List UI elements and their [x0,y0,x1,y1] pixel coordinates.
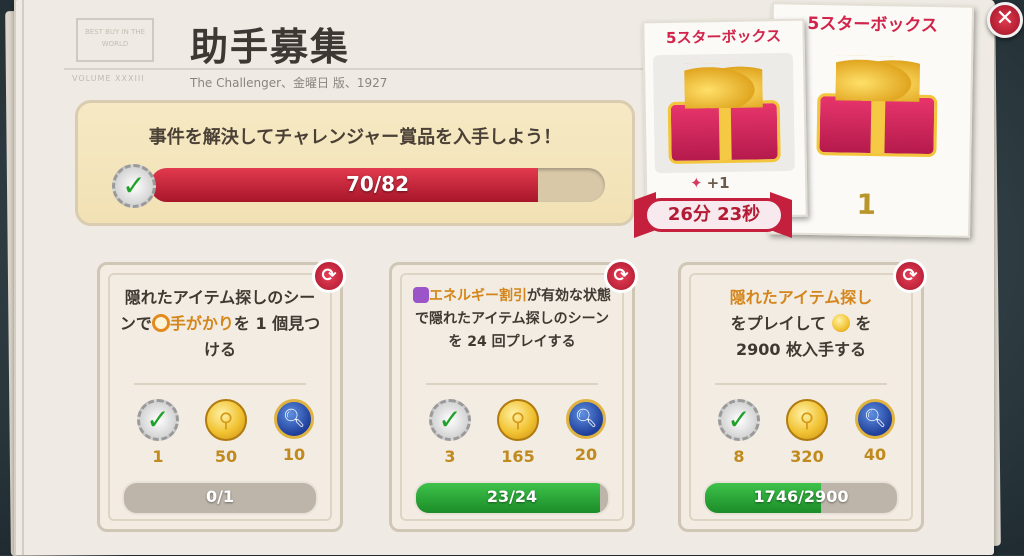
masthead-sub: VOLUME XXXIII [72,74,145,83]
reward-count: 1 [856,187,877,222]
reward-timer: 26分 23秒 [644,198,784,232]
reward-medals: 🔍︎ 20 [556,399,616,464]
close-button[interactable]: ✕ [987,2,1023,38]
reward-medals-value: 40 [863,445,887,464]
reward-xp: ✓ 1 [128,399,188,466]
task-progress-bar: 1746/2900 [703,481,899,515]
reward-xp-value: 8 [733,447,745,466]
checkmark-badge-icon: ✓ [112,164,156,208]
close-icon: ✕ [995,6,1015,31]
checkmark-badge-icon: ✓ [429,399,471,441]
refresh-icon: ⟳ [902,265,918,286]
reward-xp-value: 3 [444,447,456,466]
page-title: 助手募集 [190,25,351,69]
star-icon: ✦ [690,174,703,192]
magnifier-icon [151,314,170,332]
magnifier-medal-icon: 🔍︎ [274,399,314,439]
task-progress-text: 1746/2900 [753,487,849,506]
reward-medals-value: 20 [574,445,598,464]
main-progress-bar: 70/82 [150,168,605,202]
task-rewards: ✓ 3 ⚲ 165 🔍︎ 20 [392,399,632,479]
gift-box-icon [652,52,795,174]
checkmark-badge-icon: ✓ [137,399,179,441]
task-rewards: ✓ 8 ⚲ 320 🔍︎ 40 [681,399,921,479]
reward-medals: 🔍︎ 40 [845,399,905,464]
gold-coin-icon [831,314,850,332]
magnifier-medal-icon: 🔍︎ [855,399,895,439]
header-rule [64,68,644,70]
gift-box-icon [801,45,953,168]
task-card-3: ⟳ 隠れたアイテム探し をプレイして を 2900 枚入手する ✓ 8 ⚲ 32… [678,259,927,532]
reward-coins: ⚲ 50 [196,399,256,466]
energy-discount-icon [413,287,429,303]
reward-xp: ✓ 3 [420,399,480,466]
task-card-2: ⟳ エネルギー割引が有効な状態で隠れたアイテム探しのシーンを 24 回プレイする… [389,259,638,532]
task-divider [715,383,887,385]
gold-coin-icon: ⚲ [497,399,539,441]
page-subtitle: The Challenger、金曜日 版、1927 [190,76,388,90]
task-rewards: ✓ 1 ⚲ 50 🔍︎ 10 [100,399,340,479]
magnifier-medal-icon: 🔍︎ [566,399,606,439]
refresh-icon: ⟳ [321,265,337,286]
challenge-banner: 事件を解決してチャレンジャー賞品を入手しよう！ [75,100,635,226]
reward-coins: ⚲ 320 [777,399,837,466]
masthead-stamp: BEST BUY IN THE WORLD [76,18,154,62]
task-divider [426,383,598,385]
task-progress-bar: 0/1 [122,481,318,515]
gold-coin-icon: ⚲ [205,399,247,441]
task-description: 隠れたアイテム探しのシーンで 手がかりを 1 個見つける [119,288,321,359]
reward-xp: ✓ 8 [709,399,769,466]
task-progress-text: 23/24 [486,487,538,506]
reward-coins-value: 165 [501,447,535,466]
main-progress-text: 70/82 [346,172,409,196]
checkmark-badge-icon: ✓ [718,399,760,441]
reward-coins: ⚲ 165 [488,399,548,466]
gold-coin-icon: ⚲ [786,399,828,441]
reward-card-title: 5スターボックス [665,27,782,48]
task-divider [134,383,306,385]
task-description: エネルギー割引が有効な状態で隠れたアイテム探しのシーンを 24 回プレイする [410,285,614,354]
reward-xp-value: 1 [152,447,164,466]
paper-edge-lines [14,0,24,555]
refresh-icon: ⟳ [613,265,629,286]
task-progress-bar: 23/24 [414,481,610,515]
reward-coins-value: 50 [214,447,238,466]
reward-medals: 🔍︎ 10 [264,399,324,464]
reward-coins-value: 320 [790,447,824,466]
reward-plus: ✦ +1 [690,174,730,192]
banner-text: 事件を解決してチャレンジャー賞品を入手しよう！ [148,127,562,148]
task-description: 隠れたアイテム探し をプレイして を 2900 枚入手する [729,288,873,359]
task-card-1: ⟳ 隠れたアイテム探しのシーンで 手がかりを 1 個見つける ✓ 1 ⚲ 50 🔍… [97,259,346,532]
reward-medals-value: 10 [282,445,306,464]
task-progress-text: 0/1 [205,487,235,506]
